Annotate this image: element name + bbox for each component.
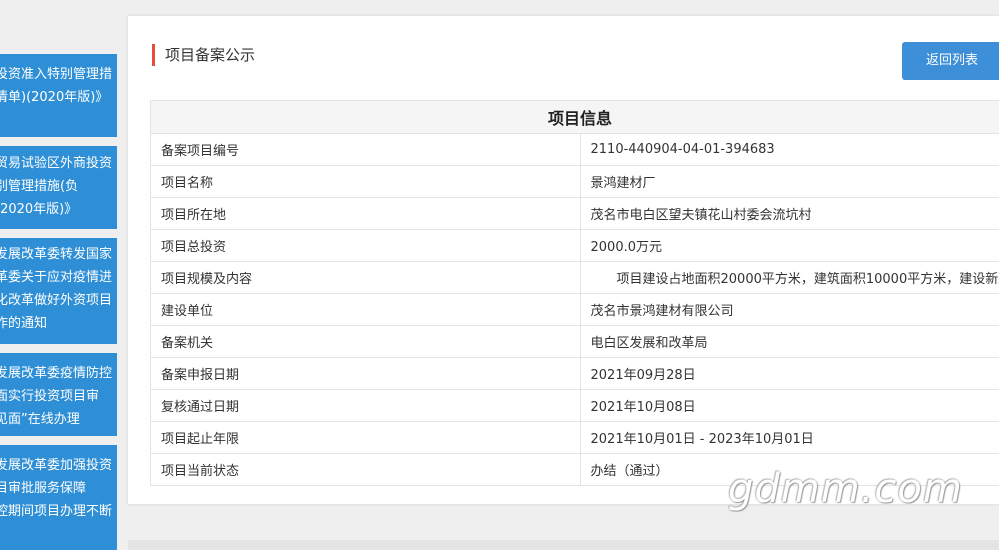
row-value: 项目建设占地面积20000平方米，建筑面积10000平方米，建设新型环保砖厂房，… bbox=[579, 261, 999, 294]
sidebar-card-line: 控期间项目办理不断 bbox=[0, 504, 113, 519]
row-label: 项目当前状态 bbox=[150, 453, 581, 486]
row-label: 备案机关 bbox=[150, 325, 581, 358]
table-row: 建设单位 茂名市景鸿建材有限公司 bbox=[150, 293, 999, 326]
sidebar-card-line: 化改革做好外资项目 bbox=[0, 293, 113, 308]
sidebar: 投资准入特别管理措 清单)(2020年版)》 贸易试验区外商投资 别管理措施(负… bbox=[0, 0, 120, 550]
row-value: 2021年10月08日 bbox=[579, 389, 999, 422]
table-row: 项目所在地 茂名市电白区望夫镇花山村委会流坑村 bbox=[150, 197, 999, 230]
row-label: 项目所在地 bbox=[150, 197, 581, 230]
sidebar-card-line: (2020年版)》 bbox=[0, 202, 78, 217]
table-row: 项目名称 景鸿建材厂 bbox=[150, 165, 999, 198]
sidebar-card-line: 别管理措施(负 bbox=[0, 179, 79, 194]
sidebar-card-line: 革委关于应对疫情进 bbox=[0, 270, 113, 285]
table-row: 备案申报日期 2021年09月28日 bbox=[150, 357, 999, 390]
table-row: 备案项目编号 2110-440904-04-01-394683 bbox=[150, 133, 999, 166]
table-row: 备案机关 电白区发展和改革局 bbox=[150, 325, 999, 358]
table-row: 项目总投资 2000.0万元 bbox=[150, 229, 999, 262]
sidebar-card-line: 发展改革委转发国家 bbox=[0, 247, 113, 262]
sidebar-card-policy-1[interactable]: 投资准入特别管理措 清单)(2020年版)》 bbox=[0, 54, 117, 137]
table-row: 复核通过日期 2021年10月08日 bbox=[150, 389, 999, 422]
back-to-list-button[interactable]: 返回列表 bbox=[902, 42, 999, 80]
row-value: 茂名市景鸿建材有限公司 bbox=[579, 293, 999, 326]
bottom-divider bbox=[128, 540, 999, 550]
sidebar-card-policy-3[interactable]: 发展改革委转发国家 革委关于应对疫情进 化改革做好外资项目 作的通知 bbox=[0, 238, 117, 344]
watermark-logo: gdmm.com bbox=[728, 466, 963, 512]
row-label: 复核通过日期 bbox=[150, 389, 581, 422]
row-value: 茂名市电白区望夫镇花山村委会流坑村 bbox=[579, 197, 999, 230]
page-title: 项目备案公示 bbox=[152, 44, 255, 66]
row-label: 项目规模及内容 bbox=[150, 261, 581, 294]
sidebar-card-line: 投资准入特别管理措 bbox=[0, 67, 113, 82]
sidebar-card-line: 贸易试验区外商投资 bbox=[0, 156, 113, 171]
sidebar-card-line: 作的通知 bbox=[0, 316, 48, 331]
sidebar-card-line: 见面”在线办理 bbox=[0, 412, 80, 427]
sidebar-card-line: 面实行投资项目审 bbox=[0, 389, 100, 404]
row-label: 建设单位 bbox=[150, 293, 581, 326]
sidebar-card-policy-4[interactable]: 发展改革委疫情防控 面实行投资项目审 见面”在线办理 bbox=[0, 353, 117, 436]
project-filing-panel: 项目备案公示 返回列表 项目信息 备案项目编号 2110-440904-04-0… bbox=[128, 16, 999, 504]
row-value: 2021年09月28日 bbox=[579, 357, 999, 390]
row-label: 备案项目编号 bbox=[150, 133, 581, 166]
row-value: 电白区发展和改革局 bbox=[579, 325, 999, 358]
sidebar-card-policy-2[interactable]: 贸易试验区外商投资 别管理措施(负 (2020年版)》 bbox=[0, 146, 117, 229]
sidebar-card-line: 发展改革委加强投资 bbox=[0, 458, 113, 473]
row-value: 2021年10月01日 - 2023年10月01日 bbox=[579, 421, 999, 454]
sidebar-card-policy-5[interactable]: 发展改革委加强投资 目审批服务保障 控期间项目办理不断 bbox=[0, 445, 117, 550]
sidebar-card-line: 目审批服务保障 bbox=[0, 481, 87, 496]
row-label: 备案申报日期 bbox=[150, 357, 581, 390]
project-info-table: 项目信息 备案项目编号 2110-440904-04-01-394683 项目名… bbox=[150, 100, 999, 486]
table-row: 项目规模及内容 项目建设占地面积20000平方米，建筑面积10000平方米，建设… bbox=[150, 261, 999, 294]
sidebar-card-line: 发展改革委疫情防控 bbox=[0, 366, 113, 381]
row-label: 项目名称 bbox=[150, 165, 581, 198]
row-label: 项目起止年限 bbox=[150, 421, 581, 454]
table-header: 项目信息 bbox=[150, 100, 999, 134]
table-row: 项目起止年限 2021年10月01日 - 2023年10月01日 bbox=[150, 421, 999, 454]
row-value: 景鸿建材厂 bbox=[579, 165, 999, 198]
sidebar-card-line: 清单)(2020年版)》 bbox=[0, 90, 109, 105]
row-value: 2000.0万元 bbox=[579, 229, 999, 262]
row-label: 项目总投资 bbox=[150, 229, 581, 262]
row-value: 2110-440904-04-01-394683 bbox=[579, 133, 999, 166]
